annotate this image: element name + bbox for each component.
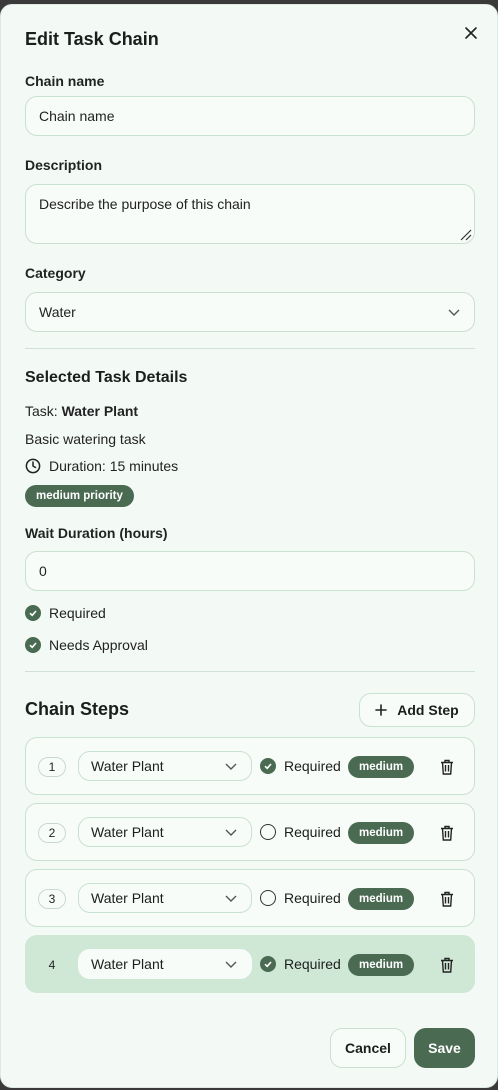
step-number: 3 bbox=[38, 889, 66, 909]
chain-name-label: Chain name bbox=[25, 73, 105, 89]
duration-text: Duration: 15 minutes bbox=[49, 458, 179, 474]
edit-task-chain-dialog: Edit Task Chain Chain name Chain name De… bbox=[0, 4, 498, 1088]
step-task-value: Water Plant bbox=[91, 956, 164, 972]
check-icon bbox=[260, 956, 276, 972]
wait-duration-label: Wait Duration (hours) bbox=[25, 525, 168, 541]
chevron-down-icon bbox=[225, 895, 237, 902]
trash-icon[interactable] bbox=[440, 891, 454, 907]
needs-approval-checkbox[interactable]: Needs Approval bbox=[25, 637, 148, 653]
plus-icon bbox=[375, 704, 388, 716]
chevron-down-icon bbox=[225, 961, 237, 968]
description-textarea[interactable]: Describe the purpose of this chain bbox=[25, 184, 475, 244]
close-icon[interactable] bbox=[461, 23, 481, 43]
trash-icon[interactable] bbox=[440, 957, 454, 973]
step-required-label: Required bbox=[284, 890, 341, 906]
step-task-select[interactable]: Water Plant bbox=[78, 883, 252, 913]
chain-step-selected: 4 Water Plant Required medium bbox=[25, 935, 475, 993]
step-required-toggle[interactable]: Required bbox=[260, 824, 341, 840]
needs-approval-label: Needs Approval bbox=[49, 637, 148, 653]
check-icon bbox=[25, 605, 41, 621]
step-task-value: Water Plant bbox=[91, 890, 164, 906]
check-icon bbox=[25, 637, 41, 653]
step-task-select[interactable]: Water Plant bbox=[78, 949, 252, 979]
add-step-button[interactable]: Add Step bbox=[359, 693, 475, 727]
step-number: 1 bbox=[38, 757, 66, 777]
category-select[interactable]: Water bbox=[25, 292, 475, 332]
chain-step: 3 Water Plant Required medium bbox=[25, 869, 475, 927]
step-task-value: Water Plant bbox=[91, 758, 164, 774]
chevron-down-icon bbox=[225, 829, 237, 836]
category-label: Category bbox=[25, 265, 86, 281]
chain-step: 2 Water Plant Required medium bbox=[25, 803, 475, 861]
chain-step: 1 Water Plant Required medium bbox=[25, 737, 475, 795]
chain-name-input[interactable]: Chain name bbox=[25, 96, 475, 136]
step-priority-badge: medium bbox=[348, 888, 415, 910]
step-priority-badge: medium bbox=[348, 954, 415, 976]
task-description: Basic watering task bbox=[25, 431, 146, 447]
divider bbox=[25, 671, 475, 672]
add-step-label: Add Step bbox=[397, 702, 459, 718]
step-required-label: Required bbox=[284, 758, 341, 774]
task-prefix: Task: bbox=[25, 403, 58, 419]
chevron-down-icon bbox=[448, 309, 460, 316]
check-icon bbox=[260, 758, 276, 774]
chevron-down-icon bbox=[225, 763, 237, 770]
unchecked-circle-icon bbox=[260, 824, 276, 840]
step-number: 4 bbox=[48, 958, 56, 972]
step-task-value: Water Plant bbox=[91, 824, 164, 840]
step-task-select[interactable]: Water Plant bbox=[78, 751, 252, 781]
step-required-toggle[interactable]: Required bbox=[260, 758, 341, 774]
priority-badge: medium priority bbox=[25, 485, 134, 507]
save-button[interactable]: Save bbox=[414, 1028, 475, 1068]
cancel-button[interactable]: Cancel bbox=[330, 1028, 406, 1068]
required-label: Required bbox=[49, 605, 106, 621]
step-task-select[interactable]: Water Plant bbox=[78, 817, 252, 847]
resize-handle-icon[interactable] bbox=[458, 227, 472, 241]
unchecked-circle-icon bbox=[260, 890, 276, 906]
trash-icon[interactable] bbox=[440, 825, 454, 841]
step-required-toggle[interactable]: Required bbox=[260, 890, 341, 906]
task-details-title: Selected Task Details bbox=[25, 369, 188, 386]
divider bbox=[25, 348, 475, 349]
step-required-toggle[interactable]: Required bbox=[260, 956, 341, 972]
description-label: Description bbox=[25, 157, 103, 173]
priority-badge-label: medium priority bbox=[25, 485, 134, 507]
dialog-title: Edit Task Chain bbox=[25, 29, 159, 49]
step-required-label: Required bbox=[284, 956, 341, 972]
step-priority-badge: medium bbox=[348, 756, 415, 778]
description-placeholder: Describe the purpose of this chain bbox=[39, 196, 251, 212]
duration-line: Duration: 15 minutes bbox=[25, 458, 178, 474]
wait-duration-input[interactable]: 0 bbox=[25, 551, 475, 591]
task-name: Water Plant bbox=[61, 403, 139, 419]
step-number: 2 bbox=[38, 823, 66, 843]
trash-icon[interactable] bbox=[440, 759, 454, 775]
chain-steps-title: Chain Steps bbox=[25, 699, 130, 719]
category-value: Water bbox=[39, 304, 76, 320]
required-checkbox[interactable]: Required bbox=[25, 605, 106, 621]
step-priority-badge: medium bbox=[348, 822, 415, 844]
step-required-label: Required bbox=[284, 824, 341, 840]
task-name-line: Task: Water Plant bbox=[25, 403, 138, 419]
clock-icon bbox=[25, 458, 41, 474]
